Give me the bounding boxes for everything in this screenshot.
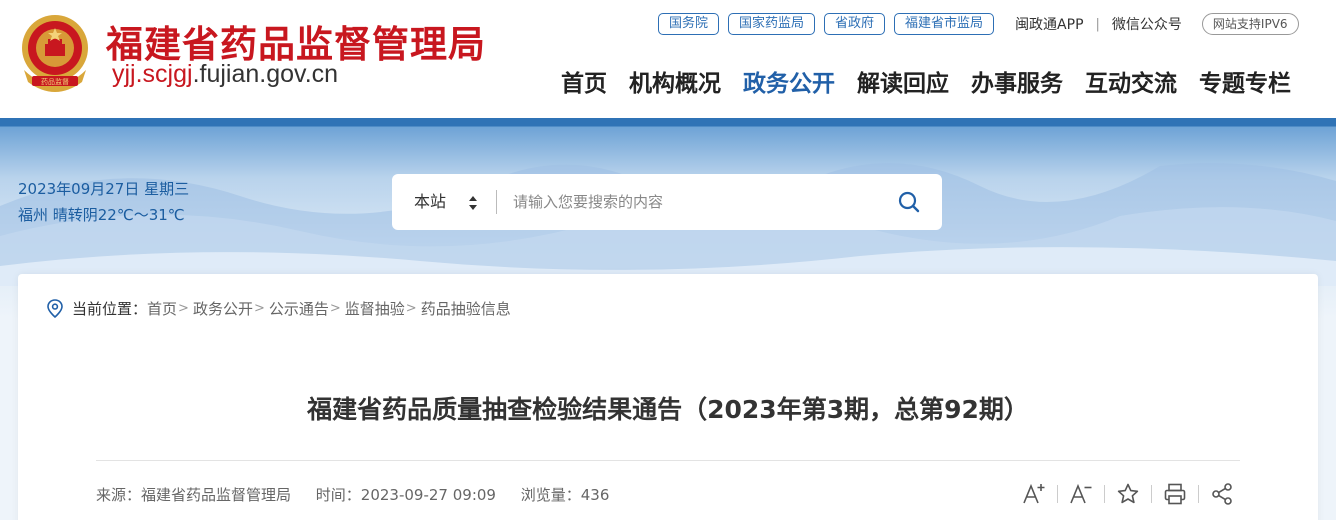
top-link-nmpa[interactable]: 国家药监局 <box>728 13 816 35</box>
current-date: 2023年09月27日 星期三 <box>18 180 190 198</box>
nav-item-services[interactable]: 办事服务 <box>971 64 1063 98</box>
tool-separator <box>1104 485 1105 503</box>
tool-separator <box>1151 485 1152 503</box>
search-scope-select[interactable]: 本站 <box>392 174 496 230</box>
top-separator: | <box>1095 16 1100 32</box>
search-scope-value: 本站 <box>414 192 447 211</box>
national-emblem-icon[interactable]: 药品监督 <box>18 10 92 94</box>
title-divider <box>96 460 1240 461</box>
top-link-provincial-gov[interactable]: 省政府 <box>824 13 886 35</box>
emblem-label: 药品监督 <box>41 77 69 86</box>
top-link-app[interactable]: 闽政通APP <box>1015 14 1083 34</box>
favorite-button[interactable] <box>1116 482 1140 506</box>
search-input[interactable] <box>497 174 876 230</box>
breadcrumb-item-announcements[interactable]: 公示通告 <box>269 298 329 319</box>
breadcrumb: 当前位置： 首页 > 政务公开 > 公示通告 > 监督抽验 > 药品抽验信息 <box>46 298 511 319</box>
nav-item-interaction[interactable]: 互动交流 <box>1085 64 1177 98</box>
article-tools <box>1022 482 1234 506</box>
font-increase-icon <box>1023 483 1045 504</box>
main-nav: 首页 机构概况 政务公开 解读回应 办事服务 互动交流 专题专栏 <box>561 64 1291 98</box>
share-button[interactable] <box>1210 482 1234 506</box>
breadcrumb-separator: > <box>405 301 417 316</box>
tool-separator <box>1198 485 1199 503</box>
breadcrumb-item-government-affairs[interactable]: 政务公开 <box>193 298 253 319</box>
site-domain-part1: yjj.scjgj <box>112 60 193 88</box>
site-domain[interactable]: yjj.scjgj.fujian.gov.cn <box>112 60 338 89</box>
breadcrumb-item-drug-sampling-info[interactable]: 药品抽验信息 <box>421 298 511 319</box>
top-link-wechat[interactable]: 微信公众号 <box>1112 14 1182 34</box>
share-icon <box>1212 483 1232 505</box>
date-weather: 2023年09月27日 星期三 福州 晴转阴22℃～31℃ <box>18 176 189 228</box>
print-icon <box>1164 483 1186 505</box>
article-meta: 来源：福建省药品监督管理局 时间：2023-09-27 09:09 浏览量：43… <box>96 484 629 505</box>
nav-item-home[interactable]: 首页 <box>561 64 607 98</box>
site-domain-part2: .fujian.gov.cn <box>192 60 339 88</box>
breadcrumb-separator: > <box>178 301 189 316</box>
article-time: 时间：2023-09-27 09:09 <box>315 486 496 504</box>
top-link-guowuyuan[interactable]: 国务院 <box>658 13 720 35</box>
search-button[interactable] <box>876 174 942 230</box>
print-button[interactable] <box>1163 482 1187 506</box>
tool-separator <box>1057 485 1058 503</box>
font-decrease-button[interactable] <box>1069 482 1093 506</box>
breadcrumb-item-supervision-sampling[interactable]: 监督抽验 <box>345 298 405 319</box>
breadcrumb-separator: > <box>329 301 341 316</box>
ipv6-badge: 网站支持IPV6 <box>1201 13 1299 35</box>
article-title: 福建省药品质量抽查检验结果通告（2023年第3期，总第92期） <box>307 395 1029 424</box>
nav-item-organization[interactable]: 机构概况 <box>629 64 721 98</box>
location-icon <box>47 298 63 318</box>
select-arrows-icon <box>469 196 477 210</box>
breadcrumb-separator: > <box>253 301 265 316</box>
site-header: 药品监督 福建省药品监督管理局 yjj.scjgj.fujian.gov.cn … <box>0 0 1336 118</box>
breadcrumb-item-home[interactable]: 首页 <box>147 298 177 319</box>
font-increase-button[interactable] <box>1022 482 1046 506</box>
article-source: 来源：福建省药品监督管理局 <box>96 486 292 504</box>
article-card: 当前位置： 首页 > 政务公开 > 公示通告 > 监督抽验 > 药品抽验信息 福建省药品… <box>18 274 1318 520</box>
nav-item-special-topics[interactable]: 专题专栏 <box>1199 64 1291 98</box>
breadcrumb-label: 当前位置： <box>72 300 148 318</box>
search-icon <box>898 191 920 213</box>
top-links: 国务院 国家药监局 省政府 福建省市监局 闽政通APP | 微信公众号 网站支持… <box>658 13 1299 35</box>
star-icon <box>1117 483 1139 504</box>
font-decrease-icon <box>1070 483 1092 504</box>
nav-item-government-affairs[interactable]: 政务公开 <box>743 64 835 98</box>
nav-item-interpretation[interactable]: 解读回应 <box>857 64 949 98</box>
article-views: 浏览量：436 <box>520 486 610 504</box>
search-box: 本站 <box>392 174 942 230</box>
top-link-market-regulation[interactable]: 福建省市监局 <box>894 13 995 35</box>
current-weather: 福州 晴转阴22℃～31℃ <box>18 206 185 224</box>
